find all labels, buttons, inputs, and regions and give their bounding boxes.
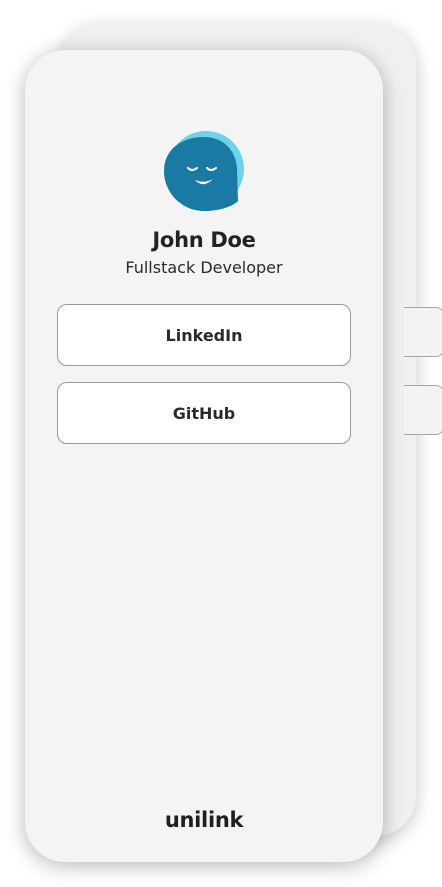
profile-card: John Doe Fullstack Developer LinkedIn Gi…	[25, 50, 383, 862]
profile-role: Fullstack Developer	[125, 258, 283, 277]
linkedin-link-button[interactable]: LinkedIn	[57, 304, 351, 366]
background-card-button	[404, 307, 442, 357]
app-preview: John Doe Fullstack Developer LinkedIn Gi…	[0, 0, 442, 887]
github-link-button[interactable]: GitHub	[57, 382, 351, 444]
smiling-face-avatar-icon	[164, 137, 238, 211]
avatar	[164, 131, 244, 211]
profile-name: John Doe	[152, 228, 256, 252]
background-card-button	[404, 385, 442, 435]
brand-logo-text: unilink	[164, 808, 244, 832]
